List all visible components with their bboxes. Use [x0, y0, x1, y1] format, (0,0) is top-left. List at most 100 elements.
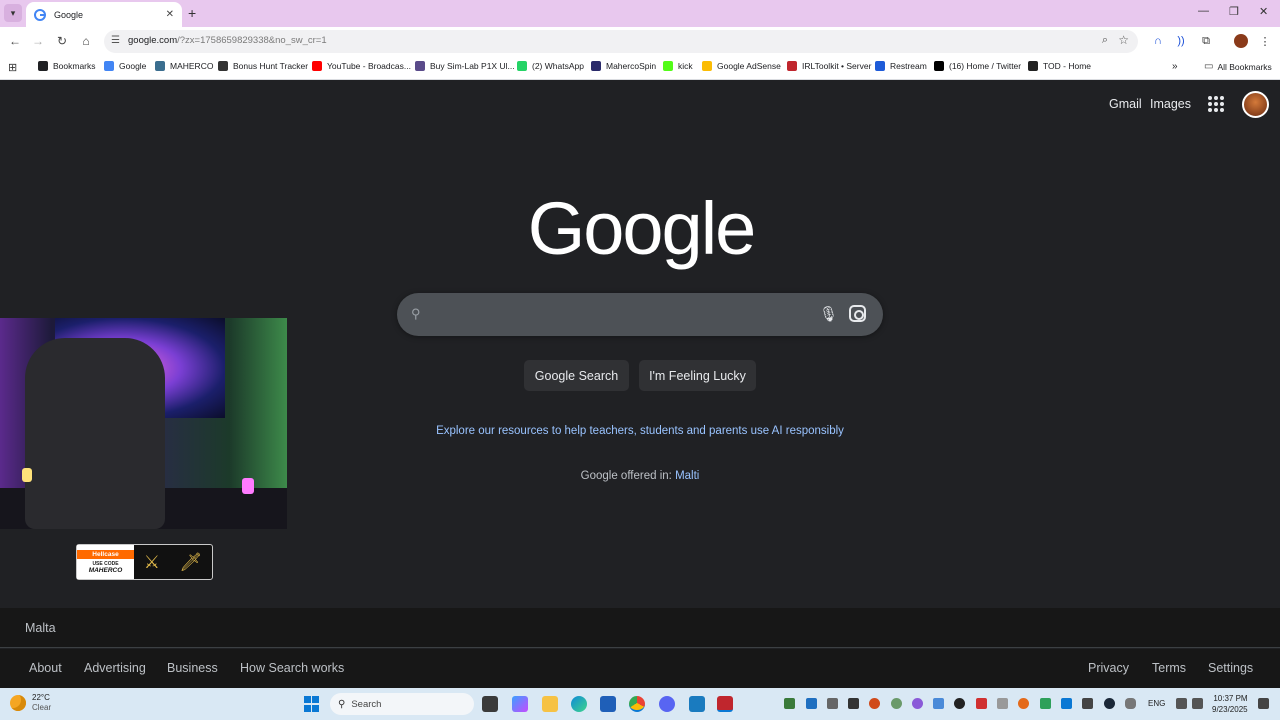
back-icon[interactable]: ← [7, 33, 23, 49]
bookmark-item[interactable]: MAHERCO [155, 61, 213, 71]
bookmark-item[interactable]: TOD - Home [1028, 61, 1091, 71]
tray-app-icon[interactable] [1082, 698, 1093, 709]
google-search-button[interactable]: Google Search [524, 360, 629, 391]
footer-settings-link[interactable]: Settings [1208, 661, 1253, 675]
tray-app-icon[interactable] [954, 698, 965, 709]
tab-search-dropdown-icon[interactable]: ▾ [4, 4, 22, 22]
bookmark-item[interactable]: Google [104, 61, 146, 71]
copilot-icon[interactable] [512, 696, 528, 712]
file-explorer-icon[interactable] [542, 696, 558, 712]
reload-icon[interactable]: ↻ [54, 33, 70, 49]
tray-app-icon[interactable] [1018, 698, 1029, 709]
profile-avatar-icon[interactable] [1234, 34, 1248, 48]
taskbar-search-placeholder: Search [351, 698, 382, 710]
bookmark-item[interactable]: Bookmarks [38, 61, 96, 71]
tray-app-icon[interactable] [806, 698, 817, 709]
tray-nvidia-icon[interactable] [784, 698, 795, 709]
google-lens-icon[interactable] [849, 305, 866, 322]
windows-taskbar: 22°C Clear ⚲ Search ENG 10:37 PM 9/23/20… [0, 688, 1280, 720]
bookmark-item[interactable]: (2) WhatsApp [517, 61, 584, 71]
bookmark-item[interactable]: MahercoSpin [591, 61, 656, 71]
address-bar[interactable]: ☰ google.com/?zx=1758659829338&no_sw_cr=… [104, 30, 1138, 53]
footer-business-link[interactable]: Business [167, 661, 218, 675]
wifi-icon[interactable] [1176, 698, 1187, 709]
footer-advertising-link[interactable]: Advertising [84, 661, 146, 675]
minimize-button[interactable]: — [1198, 5, 1209, 17]
discord-icon[interactable] [659, 696, 675, 712]
spin-icon [591, 61, 601, 71]
bookmark-item[interactable]: YouTube - Broadcas... [312, 61, 411, 71]
gmail-link[interactable]: Gmail [1109, 97, 1142, 111]
extensions-puzzle-icon[interactable]: ⧉ [1199, 34, 1213, 48]
bookmark-item[interactable]: Google AdSense [702, 61, 781, 71]
tray-app-icon[interactable] [848, 698, 859, 709]
weather-widget[interactable]: 22°C Clear [10, 693, 51, 713]
restore-button[interactable]: ❐ [1229, 5, 1239, 18]
notifications-icon[interactable] [1258, 698, 1269, 709]
windows-start-icon[interactable] [304, 696, 320, 712]
tray-app-icon[interactable] [891, 698, 902, 709]
extension-audio-icon[interactable]: )) [1174, 34, 1188, 48]
tab-close-icon[interactable]: ✕ [166, 9, 174, 20]
forward-icon[interactable]: → [30, 33, 46, 49]
more-bookmarks-button[interactable]: » [1172, 61, 1178, 72]
webcam-gaming-chair [25, 338, 165, 529]
system-clock[interactable]: 10:37 PM 9/23/2025 [1212, 693, 1248, 715]
new-tab-button[interactable]: + [188, 5, 196, 21]
bookmark-item[interactable]: Restream [875, 61, 927, 71]
obs-studio-icon[interactable] [717, 696, 733, 712]
zoom-icon[interactable]: ⌕ [1102, 34, 1108, 47]
tray-app-icon[interactable] [933, 698, 944, 709]
close-window-button[interactable]: ✕ [1259, 5, 1268, 18]
tab-google[interactable]: Google ✕ [26, 2, 182, 27]
bookmark-item[interactable]: Buy Sim-Lab P1X Ul... [415, 61, 515, 71]
tray-app-icon[interactable] [912, 698, 923, 709]
microphone-icon[interactable] [1125, 698, 1136, 709]
youtube-icon [312, 61, 322, 71]
bookmark-item[interactable]: Bonus Hunt Tracker [218, 61, 308, 71]
volume-icon[interactable] [1192, 698, 1203, 709]
chrome-icon[interactable] [629, 696, 645, 712]
extension-a-icon[interactable]: ∩ [1151, 34, 1165, 48]
footer-how-search-works-link[interactable]: How Search works [240, 661, 344, 675]
google-icon [104, 61, 114, 71]
voice-search-mic-icon[interactable]: 🎙 [819, 305, 838, 323]
search-box[interactable]: ⚲ 🎙 [397, 293, 883, 336]
app-icon[interactable] [689, 696, 705, 712]
task-view-icon[interactable] [482, 696, 498, 712]
footer-about-link[interactable]: About [29, 661, 62, 675]
menu-kebab-icon[interactable]: ⋮ [1258, 34, 1272, 48]
browser-toolbar: ← → ↻ ⌂ ☰ google.com/?zx=1758659829338&n… [0, 27, 1280, 56]
site-info-icon[interactable]: ☰ [111, 35, 120, 46]
language-malti-link[interactable]: Malti [675, 470, 699, 482]
tray-network-icon[interactable] [827, 698, 838, 709]
bookmark-label: Google AdSense [717, 61, 781, 71]
feeling-lucky-button[interactable]: I'm Feeling Lucky [639, 360, 756, 391]
apps-grid-icon[interactable]: ⊞ [8, 61, 17, 74]
tray-app-icon[interactable] [976, 698, 987, 709]
bookmark-item[interactable]: IRLToolkit • Server [787, 61, 871, 71]
input-language[interactable]: ENG [1148, 699, 1165, 708]
google-apps-icon[interactable] [1208, 96, 1224, 112]
edge-icon[interactable] [571, 696, 587, 712]
store-icon[interactable] [600, 696, 616, 712]
all-bookmarks-button[interactable]: ▭ All Bookmarks [1204, 61, 1272, 72]
taskbar-search[interactable]: ⚲ Search [330, 693, 474, 715]
bookmark-star-icon[interactable]: ☆ [1118, 33, 1129, 47]
home-icon[interactable]: ⌂ [78, 33, 94, 49]
folder-icon: ▭ [1204, 61, 1214, 72]
tray-battery-icon[interactable] [997, 698, 1008, 709]
bookmark-item[interactable]: kick [663, 61, 693, 71]
url-text[interactable]: google.com/?zx=1758659829338&no_sw_cr=1 [128, 35, 327, 46]
account-avatar[interactable] [1242, 91, 1269, 118]
footer-privacy-link[interactable]: Privacy [1088, 661, 1129, 675]
tray-app-icon[interactable] [869, 698, 880, 709]
tray-app-icon[interactable] [1040, 698, 1051, 709]
bookmark-item[interactable]: (16) Home / Twitter [934, 61, 1021, 71]
x-twitter-icon [934, 61, 944, 71]
bluetooth-icon[interactable] [1061, 698, 1072, 709]
steam-icon[interactable] [1104, 698, 1115, 709]
footer-terms-link[interactable]: Terms [1152, 661, 1186, 675]
images-link[interactable]: Images [1150, 97, 1191, 111]
bookmarks-bar: ⊞ Bookmarks Google MAHERCO Bonus Hunt Track… [0, 56, 1280, 80]
